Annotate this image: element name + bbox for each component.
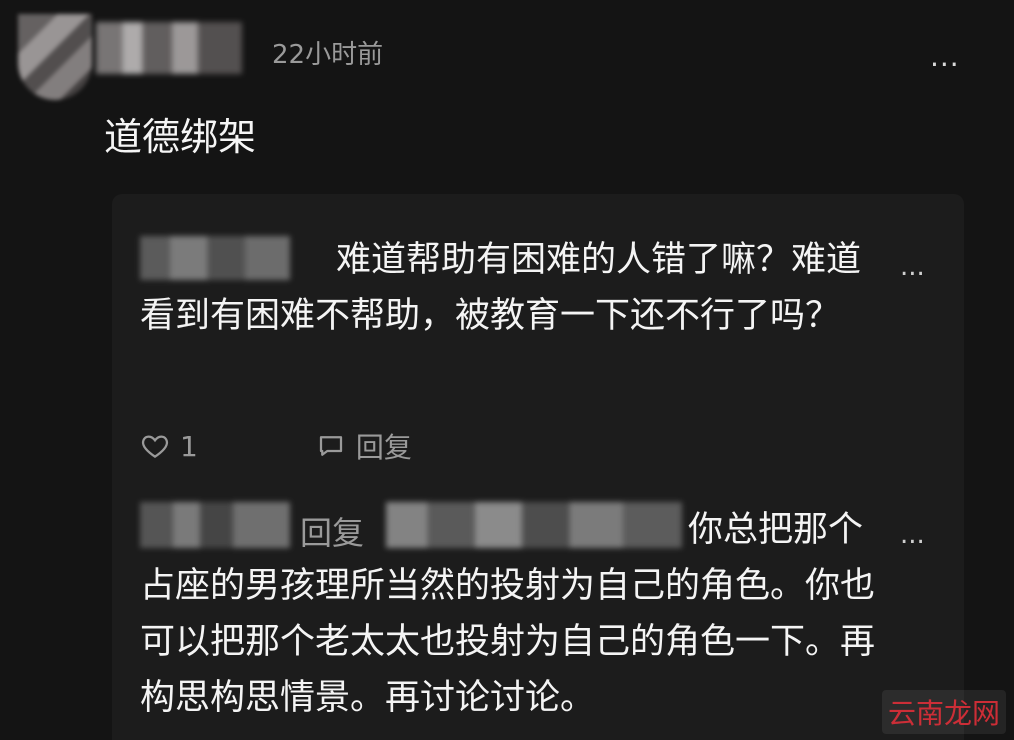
comment-timestamp: 22小时前 [272,40,384,70]
avatar[interactable] [18,14,92,100]
comment-thread: 22小时前 ... 道德绑架 难道帮助有困难的人错了嘛？难道看到有困难不帮助，被… [0,0,1014,740]
heart-icon [141,435,169,458]
reply-actions: 1 回复 [140,426,412,466]
username-redacted[interactable] [96,22,242,74]
more-options-button[interactable]: ... [930,40,960,73]
like-count: 1 [180,429,198,463]
reply-more-options-button[interactable]: ... [900,520,925,550]
reply-text: 你总把那个占座的男孩理所当然的投射为自己的角色。你也可以把那个老太太也投射为自己… [140,510,876,718]
reply-text: 难道帮助有困难的人错了嘛？难道看到有困难不帮助，被教育一下还不行了吗？ [140,240,862,336]
reply-more-options-button[interactable]: ... [900,252,925,282]
comment-bubble-icon [319,436,342,456]
watermark-logo: 云南龙网 [881,690,1006,734]
like-button[interactable]: 1 [140,430,198,463]
comment-text: 道德绑架 [104,115,257,159]
reply-button-label: 回复 [355,431,412,464]
reply-button[interactable]: 回复 [316,426,412,466]
